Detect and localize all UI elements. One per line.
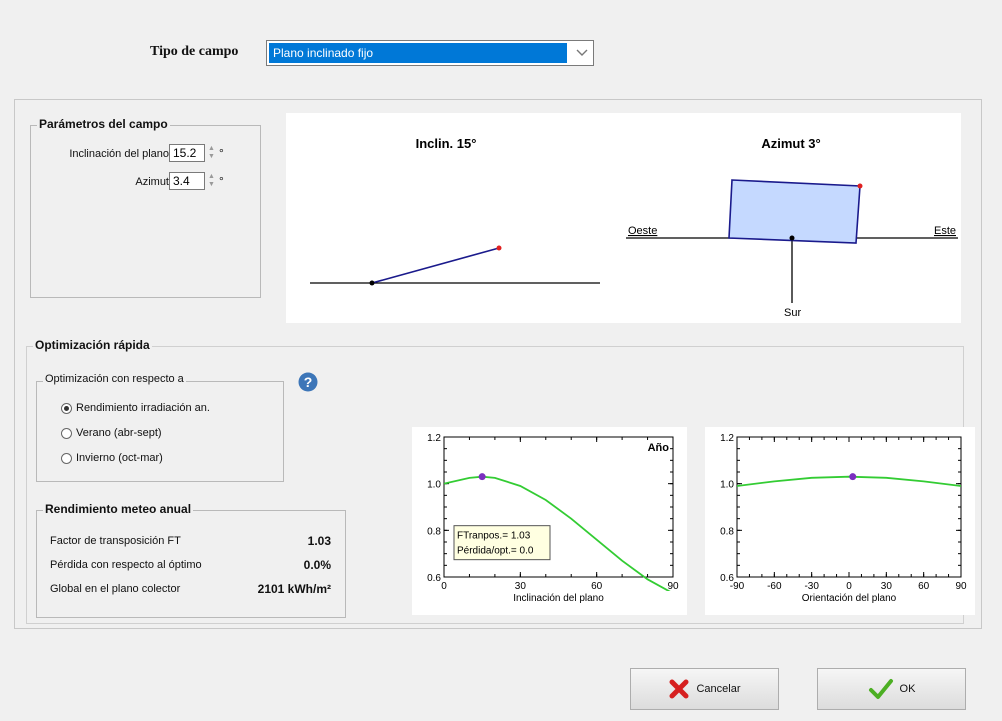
meteo-row-value: 1.03 <box>307 534 331 548</box>
plot-frame <box>736 436 962 578</box>
y-tick-label: 1.2 <box>427 433 441 444</box>
meteo-performance-title: Rendimiento meteo anual <box>43 502 194 516</box>
azimuth-spinner[interactable]: ▲▼ ° <box>169 172 224 190</box>
x-tick-label: -60 <box>767 581 782 592</box>
optimization-respect-group: Optimización con respecto a Rendimiento … <box>36 373 284 482</box>
x-tick-label: 60 <box>591 581 603 592</box>
field-type-selected-value: Plano inclinado fijo <box>269 43 567 63</box>
optimum-marker <box>478 473 486 481</box>
radio-summer[interactable]: Verano (abr-sept) <box>61 427 162 439</box>
checkmark-icon <box>868 679 893 699</box>
meteo-row-label: Factor de transposición FT <box>50 535 181 547</box>
meteo-row-label: Global en el plano colector <box>50 583 181 595</box>
x-tick-label: 0 <box>846 581 852 592</box>
south-label: Sur <box>784 307 801 319</box>
center-dot <box>789 235 795 241</box>
x-tick-label: 90 <box>955 581 967 592</box>
field-type-select[interactable]: Plano inclinado fijo <box>266 40 594 66</box>
y-tick-label: 1.0 <box>720 480 734 491</box>
ok-button-label: OK <box>899 683 916 695</box>
east-label: Este <box>934 225 956 237</box>
radio-selected-icon[interactable] <box>61 402 72 414</box>
panel-corner-dot <box>857 183 863 189</box>
cancel-button[interactable]: Cancelar <box>630 668 779 710</box>
meteo-row-value: 2101 kWh/m² <box>257 582 331 596</box>
tilt-label: Inclinación del plano <box>69 148 169 160</box>
x-tick-label: 60 <box>918 581 930 592</box>
tilt-input[interactable] <box>169 144 205 162</box>
x-tick-label: 0 <box>441 581 447 592</box>
azimuth-unit: ° <box>218 174 224 188</box>
radio-winter-label: Invierno (oct-mar) <box>76 452 163 464</box>
radio-unselected-icon[interactable] <box>61 452 72 464</box>
field-params-title: Parámetros del campo <box>37 117 170 131</box>
tilt-unit: ° <box>218 146 224 160</box>
field-params-group: Parámetros del campo Inclinación del pla… <box>30 117 261 298</box>
series-line <box>737 475 961 487</box>
x-tick-label: -30 <box>804 581 819 592</box>
spinner-arrows-icon[interactable]: ▲ ▼ <box>208 173 215 189</box>
orientation-diagram: Inclin. 15° Azimut 3° Oeste Este Sur <box>286 113 961 323</box>
x-tick-label: 30 <box>881 581 893 592</box>
chevron-down-icon[interactable] <box>571 41 593 65</box>
ok-button[interactable]: OK <box>817 668 966 710</box>
optimum-marker <box>849 473 857 481</box>
meteo-row-label: Pérdida con respecto al óptimo <box>50 559 202 571</box>
annotation-text: FTranpos.= 1.03 <box>457 531 531 542</box>
y-tick-label: 0.8 <box>427 526 441 537</box>
tilt-diagram-title: Inclin. 15° <box>416 136 477 151</box>
tilted-plane-line <box>371 247 500 284</box>
cancel-x-icon <box>669 679 689 699</box>
help-icon[interactable]: ? <box>298 372 318 392</box>
tilt-chart-panel: 0 30 60 90 0.6 0.8 1.0 1.2 Año Inclinación del pl… <box>412 427 687 615</box>
azimuth-diagram-title: Azimut 3° <box>761 136 820 151</box>
tilt-chart: 0 30 60 900.60.81.01.2AñoInclinación del pl… <box>427 433 679 604</box>
y-tick-label: 0.8 <box>720 526 734 537</box>
plane-end-dot <box>496 245 502 251</box>
y-tick-label: 1.2 <box>720 433 734 444</box>
azimuth-input[interactable] <box>169 172 205 190</box>
pivot-dot <box>369 280 375 286</box>
meteo-performance-group: Rendimiento meteo anual Factor de transp… <box>36 502 346 618</box>
radio-annual-label: Rendimiento irradiación an. <box>76 402 210 414</box>
chart-title: Año <box>648 442 670 454</box>
orientation-chart: -90 -60 -30 0 30 60 900.60.81.01.2Orientación … <box>720 433 967 604</box>
tilt-spinner[interactable]: ▲▼ ° <box>169 144 224 162</box>
field-type-label: Tipo de campo <box>150 44 239 59</box>
azimuth-label: Azimut <box>135 176 169 188</box>
x-axis-label: Orientación del plano <box>802 593 897 604</box>
radio-summer-label: Verano (abr-sept) <box>76 427 162 439</box>
svg-text:?: ? <box>304 374 313 390</box>
radio-winter[interactable]: Invierno (oct-mar) <box>61 452 163 464</box>
y-tick-label: 0.6 <box>720 573 734 584</box>
x-tick-label: 30 <box>515 581 527 592</box>
west-label: Oeste <box>628 225 657 237</box>
spinner-arrows-icon[interactable]: ▲ ▼ <box>208 145 215 161</box>
meteo-row-value: 0.0% <box>303 558 331 572</box>
orientation-chart-panel: -90 -60 -30 0 30 60 90 0.6 0.8 1.0 1.2 Orientación … <box>705 427 975 615</box>
y-tick-label: 0.6 <box>427 573 441 584</box>
x-axis-label: Inclinación del plano <box>513 593 604 604</box>
quick-optimization-title: Optimización rápida <box>33 338 152 352</box>
optimization-respect-title: Optimización con respecto a <box>43 373 186 385</box>
radio-annual[interactable]: Rendimiento irradiación an. <box>61 402 210 414</box>
annotation-text: Pérdida/opt.= 0.0 <box>457 546 534 557</box>
radio-unselected-icon[interactable] <box>61 427 72 439</box>
panel-rectangle <box>728 179 861 244</box>
cancel-button-label: Cancelar <box>696 683 741 695</box>
y-tick-label: 1.0 <box>427 480 441 491</box>
